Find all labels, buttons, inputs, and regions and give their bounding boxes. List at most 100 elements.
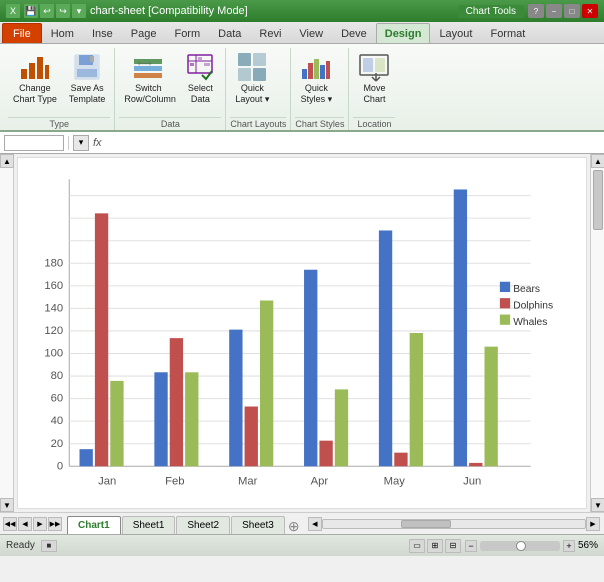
scroll-down-btn[interactable]: ▼ xyxy=(0,498,14,512)
name-box[interactable] xyxy=(4,135,64,151)
sheet-tab-sheet3[interactable]: Sheet3 xyxy=(231,516,285,534)
move-chart-button[interactable]: MoveChart xyxy=(353,48,395,108)
tab-next-btn[interactable]: ▶ xyxy=(33,517,47,531)
quick-layout-button[interactable]: QuickLayout ▾ xyxy=(230,48,274,108)
svg-text:Feb: Feb xyxy=(165,476,184,488)
zoom-slider[interactable] xyxy=(480,541,560,551)
page-layout-btn[interactable]: ⊞ xyxy=(427,539,443,553)
status-right: ▭ ⊞ ⊟ − + 56% xyxy=(409,539,598,553)
hor-scroll-left-btn[interactable]: ◀ xyxy=(308,517,322,531)
redo-icon[interactable]: ↪ xyxy=(56,4,70,18)
scroll-top-btn[interactable]: ▲ xyxy=(591,154,604,168)
maximize-btn[interactable]: □ xyxy=(564,4,580,18)
sheet-nav-btns: ◀◀ ◀ ▶ ▶▶ xyxy=(0,513,65,534)
tab-view[interactable]: View xyxy=(290,23,332,43)
quick-layout-icon xyxy=(236,51,268,83)
chart-layouts-group-label: Chart Layouts xyxy=(230,117,286,130)
switch-row-column-button[interactable]: SwitchRow/Column xyxy=(119,48,177,108)
scroll-up-btn[interactable]: ▲ xyxy=(0,154,14,168)
tab-design[interactable]: Design xyxy=(376,23,431,43)
sheet-tab-sheet2[interactable]: Sheet2 xyxy=(176,516,230,534)
zoom-in-btn[interactable]: + xyxy=(563,540,575,552)
scroll-bottom-btn[interactable]: ▼ xyxy=(591,498,604,512)
type-group-label: Type xyxy=(8,117,110,130)
ribbon-group-chart-layouts: QuickLayout ▾ Chart Layouts xyxy=(226,48,291,130)
select-data-label: SelectData xyxy=(188,83,213,105)
switch-icon xyxy=(132,51,164,83)
status-left: Ready ■ xyxy=(6,540,57,552)
tab-layout[interactable]: Layout xyxy=(430,23,481,43)
formula-input[interactable] xyxy=(106,137,600,148)
tab-file[interactable]: File xyxy=(2,23,42,43)
scroll-track-left xyxy=(0,168,13,498)
ribbon-group-type: ChangeChart Type Save AsTemplate Type xyxy=(4,48,115,130)
close-btn[interactable]: ✕ xyxy=(582,4,598,18)
sheet-tabs-row: ◀◀ ◀ ▶ ▶▶ Chart1 Sheet1 Sheet2 Sheet3 ⊕ … xyxy=(0,512,604,534)
normal-view-btn[interactable]: ▭ xyxy=(409,539,425,553)
svg-text:20: 20 xyxy=(51,438,64,450)
title-bar-right: Chart Tools ? − □ ✕ xyxy=(458,4,598,18)
ribbon-group-chart-styles: QuickStyles ▾ Chart Styles xyxy=(291,48,349,130)
sheet-tab-sheet1[interactable]: Sheet1 xyxy=(122,516,176,534)
tab-format[interactable]: Format xyxy=(481,23,534,43)
move-chart-icon xyxy=(358,51,390,83)
window-title: chart-sheet [Compatibility Mode] xyxy=(90,5,248,17)
tab-page[interactable]: Page xyxy=(122,23,166,43)
ribbon-group-data: SwitchRow/Column Se xyxy=(115,48,226,130)
change-chart-type-button[interactable]: ChangeChart Type xyxy=(8,48,62,108)
macro-recorder-btn[interactable]: ■ xyxy=(41,540,57,552)
customize-icon[interactable]: ▾ xyxy=(72,4,86,18)
tab-last-btn[interactable]: ▶▶ xyxy=(48,517,62,531)
hor-scroll-thumb[interactable] xyxy=(401,520,451,528)
tab-data[interactable]: Data xyxy=(209,23,250,43)
styles-buttons: QuickStyles ▾ xyxy=(295,48,344,115)
hor-scroll-right-btn[interactable]: ▶ xyxy=(586,517,600,531)
location-buttons: MoveChart xyxy=(353,48,395,115)
help-btn[interactable]: ? xyxy=(528,4,544,18)
svg-text:140: 140 xyxy=(44,302,63,314)
tab-insert[interactable]: Inse xyxy=(83,23,122,43)
tab-prev-btn[interactable]: ◀ xyxy=(18,517,32,531)
svg-text:100: 100 xyxy=(44,348,63,360)
sheet-tab-chart1[interactable]: Chart1 xyxy=(67,516,121,534)
content-area: ▲ ▼ xyxy=(0,154,604,512)
title-bar: X 💾 ↩ ↪ ▾ chart-sheet [Compatibility Mod… xyxy=(0,0,604,22)
right-scroll-thumb[interactable] xyxy=(593,170,603,230)
page-break-btn[interactable]: ⊟ xyxy=(445,539,461,553)
title-bar-left: X 💾 ↩ ↪ ▾ chart-sheet [Compatibility Mod… xyxy=(6,4,248,18)
formula-dropdown-btn[interactable]: ▾ xyxy=(73,135,89,151)
data-buttons: SwitchRow/Column Se xyxy=(119,48,221,115)
zoom-level: 56% xyxy=(578,540,598,551)
move-chart-label: MoveChart xyxy=(363,83,385,105)
undo-icon[interactable]: ↩ xyxy=(40,4,54,18)
minimize-btn[interactable]: − xyxy=(546,4,562,18)
quick-styles-label: QuickStyles ▾ xyxy=(301,83,333,105)
tab-review[interactable]: Revi xyxy=(250,23,290,43)
add-sheet-btn[interactable]: ⊕ xyxy=(286,518,302,534)
fx-label: fx xyxy=(93,137,102,149)
app-window: X 💾 ↩ ↪ ▾ chart-sheet [Compatibility Mod… xyxy=(0,0,604,582)
tab-home[interactable]: Hom xyxy=(42,23,83,43)
tab-formula[interactable]: Form xyxy=(165,23,209,43)
save-as-icon xyxy=(71,51,103,83)
svg-text:0: 0 xyxy=(57,460,63,472)
svg-text:May: May xyxy=(384,476,406,488)
save-quick-icon[interactable]: 💾 xyxy=(24,4,38,18)
svg-text:Mar: Mar xyxy=(238,476,258,488)
tab-first-btn[interactable]: ◀◀ xyxy=(3,517,17,531)
svg-text:180: 180 xyxy=(44,257,63,269)
left-scroll: ▲ ▼ xyxy=(0,154,14,512)
right-scroll-track xyxy=(591,168,604,498)
svg-text:Bears: Bears xyxy=(513,284,540,295)
zoom-thumb xyxy=(516,541,526,551)
status-bar: Ready ■ ▭ ⊞ ⊟ − + 56% xyxy=(0,534,604,556)
select-data-button[interactable]: SelectData xyxy=(179,48,221,108)
sheet-tabs: Chart1 Sheet1 Sheet2 Sheet3 ⊕ xyxy=(65,513,304,534)
excel-icon: X xyxy=(6,4,20,18)
quick-styles-button[interactable]: QuickStyles ▾ xyxy=(295,48,337,108)
chart-svg: 0 20 40 60 80 100 120 140 160 180 xyxy=(18,158,586,508)
save-as-template-button[interactable]: Save AsTemplate xyxy=(64,48,111,108)
ribbon: ChangeChart Type Save AsTemplate Type xyxy=(0,44,604,132)
zoom-out-btn[interactable]: − xyxy=(465,540,477,552)
tab-developer[interactable]: Deve xyxy=(332,23,376,43)
